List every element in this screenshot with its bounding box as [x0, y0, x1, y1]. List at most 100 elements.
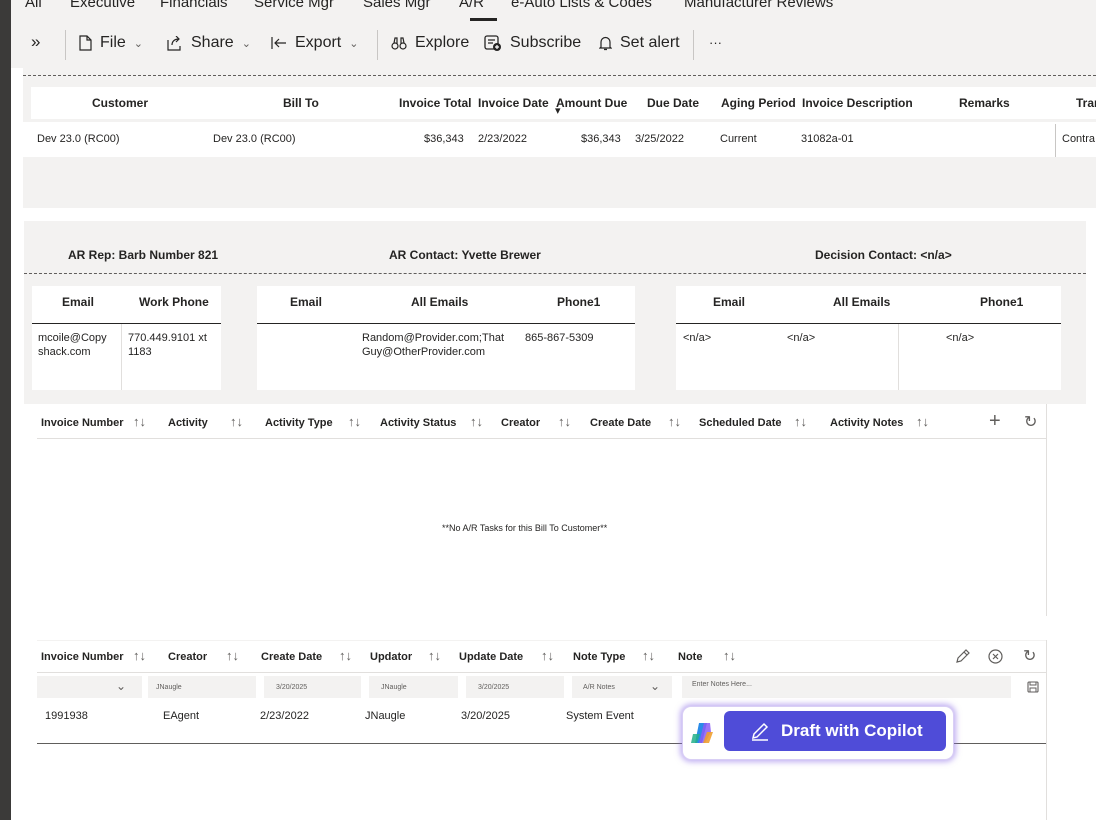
sort-icon[interactable]: ↑↓	[133, 414, 146, 429]
tasks-col-activity-status[interactable]: Activity Status	[380, 417, 456, 429]
rep-phone-line2: 1183	[128, 346, 152, 358]
chevron-down-icon: ⌄	[133, 37, 143, 50]
sort-icon[interactable]: ↑↓	[230, 414, 243, 429]
invoice-data-row-bg	[23, 122, 1096, 157]
explore-button[interactable]: Explore	[391, 34, 469, 52]
col-amount-due[interactable]: Amount Due	[556, 96, 627, 110]
cell-bill-to: Dev 23.0 (RC00)	[213, 133, 296, 145]
tab-e-auto-lists[interactable]: e-Auto Lists & Codes	[511, 0, 652, 11]
col-tran[interactable]: Tran	[1076, 96, 1096, 110]
section-divider	[24, 273, 1086, 274]
rep-col-email: Email	[62, 295, 95, 309]
decision-all-emails: <n/a>	[787, 332, 816, 344]
sort-icon[interactable]: ↑↓	[470, 414, 483, 429]
sort-icon[interactable]: ↑↓	[916, 414, 929, 429]
cancel-icon[interactable]	[988, 649, 1003, 664]
export-menu[interactable]: Export ⌄	[271, 34, 358, 52]
notes-header-divider	[37, 672, 1046, 673]
toolbar-divider	[65, 30, 66, 60]
sort-icon[interactable]: ↑↓	[339, 648, 352, 663]
edit-icon[interactable]	[955, 649, 970, 664]
toolbar-divider	[377, 30, 378, 60]
tab-sales-mgr[interactable]: Sales Mgr	[363, 0, 431, 11]
col-due-date[interactable]: Due Date	[647, 96, 699, 110]
notes-col-note-type[interactable]: Note Type	[573, 651, 625, 663]
notes-col-note[interactable]: Note	[678, 651, 702, 663]
tab-all[interactable]: All	[25, 0, 42, 11]
sort-icon[interactable]: ↑↓	[541, 648, 554, 663]
invoice-number-select[interactable]	[37, 676, 142, 698]
notes-col-invoice-number[interactable]: Invoice Number	[41, 651, 124, 663]
decision-col-email: Email	[713, 295, 746, 309]
cell-invoice-date: 2/23/2022	[478, 133, 527, 145]
note-cell-updator: JNaugle	[365, 710, 406, 722]
tab-manufacturer-reviews[interactable]: Manufacturer Reviews	[684, 0, 833, 11]
decision-col-phone1: Phone1	[980, 295, 1024, 309]
sort-icon[interactable]: ↑↓	[668, 414, 681, 429]
sort-icon[interactable]: ↑↓	[723, 648, 736, 663]
sort-icon[interactable]: ↑↓	[558, 414, 571, 429]
sort-icon[interactable]: ↑↓	[642, 648, 655, 663]
updator-input-value: JNaugle	[381, 684, 407, 691]
note-cell-creator: EAgent	[163, 710, 200, 722]
draft-with-copilot-button[interactable]: Draft with Copilot	[724, 711, 946, 751]
notes-col-updator[interactable]: Updator	[370, 651, 412, 663]
col-invoice-description[interactable]: Invoice Description	[802, 96, 913, 110]
cell-amount-due: $36,343	[581, 133, 621, 145]
tab-service-mgr[interactable]: Service Mgr	[254, 0, 334, 11]
col-invoice-total[interactable]: Invoice Total	[399, 96, 471, 110]
sort-icon[interactable]: ↑↓	[428, 648, 441, 663]
tasks-col-activity[interactable]: Activity	[168, 417, 208, 429]
report-toolbar: » File ⌄ Share ⌄ Export ⌄ Explore Subscr…	[11, 22, 1096, 68]
notes-col-creator[interactable]: Creator	[168, 651, 207, 663]
tab-financials[interactable]: Financials	[160, 0, 228, 11]
col-invoice-date[interactable]: Invoice Date	[478, 96, 549, 110]
col-remarks[interactable]: Remarks	[959, 96, 1010, 110]
sort-icon[interactable]: ↑↓	[794, 414, 807, 429]
notes-col-update-date[interactable]: Update Date	[459, 651, 523, 663]
notes-border-right	[1046, 640, 1047, 820]
subscribe-button[interactable]: Subscribe	[484, 34, 581, 52]
tasks-col-scheduled-date[interactable]: Scheduled Date	[699, 417, 782, 429]
file-icon	[79, 35, 92, 51]
add-icon[interactable]: +	[989, 410, 1001, 433]
tasks-col-creator[interactable]: Creator	[501, 417, 540, 429]
tab-executive[interactable]: Executive	[70, 0, 135, 11]
set-alert-button[interactable]: Set alert	[599, 34, 680, 52]
notes-col-create-date[interactable]: Create Date	[261, 651, 322, 663]
file-menu[interactable]: File ⌄	[79, 34, 143, 52]
save-icon[interactable]	[1027, 681, 1039, 693]
tab-ar[interactable]: A/R	[459, 0, 484, 11]
tasks-col-create-date[interactable]: Create Date	[590, 417, 651, 429]
chevron-down-icon: ⌄	[349, 37, 359, 50]
pen-icon	[751, 722, 769, 741]
sort-icon[interactable]: ↑↓	[348, 414, 361, 429]
note-cell-invoice-number: 1991938	[45, 710, 88, 722]
page-tabs: All Executive Financials Service Mgr Sal…	[11, 0, 1096, 22]
creator-input-value: JNaugle	[156, 684, 182, 691]
column-divider	[121, 324, 122, 390]
refresh-icon[interactable]: ↻	[1023, 646, 1036, 666]
tasks-col-activity-notes[interactable]: Activity Notes	[830, 417, 903, 429]
note-type-select-value: A/R Notes	[583, 684, 615, 691]
ar-rep-title: AR Rep: Barb Number 821	[68, 248, 219, 262]
sort-icon[interactable]: ↑↓	[133, 648, 146, 663]
update-date-input-value: 3/20/2025	[478, 684, 510, 691]
share-menu[interactable]: Share ⌄	[167, 34, 251, 52]
more-options-icon[interactable]: ···	[709, 35, 722, 50]
note-cell-create-date: 2/23/2022	[260, 710, 309, 722]
sort-icon[interactable]: ↑↓	[226, 648, 239, 663]
refresh-icon[interactable]: ↻	[1024, 412, 1037, 432]
rep-phone-line1: 770.449.9101 xt	[128, 332, 207, 344]
col-aging-period[interactable]: Aging Period	[721, 96, 796, 110]
ar-contact-title: AR Contact: Yvette Brewer	[389, 248, 541, 262]
expand-pane-icon[interactable]: »	[31, 32, 40, 52]
tasks-col-invoice-number[interactable]: Invoice Number	[41, 417, 124, 429]
cell-due-date: 3/25/2022	[635, 133, 684, 145]
col-bill-to[interactable]: Bill To	[283, 96, 319, 110]
draft-with-copilot-label: Draft with Copilot	[781, 721, 923, 740]
tasks-col-activity-type[interactable]: Activity Type	[265, 417, 333, 429]
copilot-widget: Draft with Copilot	[682, 706, 954, 760]
col-customer[interactable]: Customer	[92, 96, 148, 110]
chevron-down-icon: ⌄	[650, 679, 661, 693]
